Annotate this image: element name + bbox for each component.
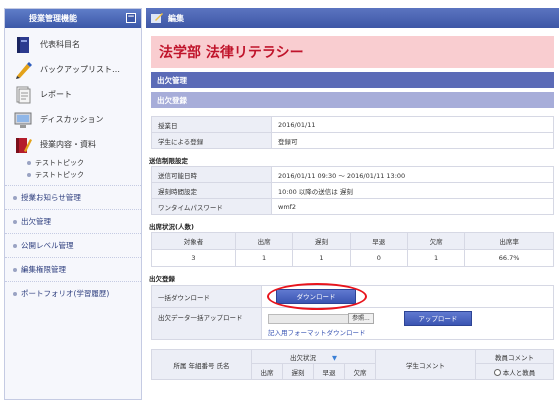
bullet-icon	[13, 219, 17, 224]
class-info-table: 授業日 2016/01/11 学生による登録 登録可	[151, 116, 554, 149]
highlight-ring	[267, 283, 367, 310]
bulk-download-label: 一括ダウンロード	[151, 285, 262, 308]
upload-button[interactable]: アップロード	[403, 311, 472, 326]
sidebar-link-edit-permissions[interactable]: 編集権限管理	[5, 257, 141, 281]
sidebar-item-label: バックアップリスト…	[40, 65, 120, 74]
status-sub-header: 欠席	[344, 363, 376, 380]
class-date-label: 授業日	[151, 116, 272, 133]
bullet-icon	[27, 173, 31, 177]
sidebar-item-label: ディスカッション	[40, 115, 104, 124]
bullet-icon	[13, 243, 17, 248]
sort-down-icon[interactable]: ▼	[332, 354, 337, 362]
sidebar-item-class-content[interactable]: 授業内容・資料	[5, 132, 141, 157]
sidebar-link-label: 編集権限管理	[21, 265, 66, 274]
sidebar-link-label: ポートフォリオ(学習履歴)	[21, 289, 110, 298]
sidebar-header: 授業管理機能 −	[5, 9, 141, 28]
attendance-section-bar: 出欠管理	[151, 72, 554, 88]
teacher-comment-option[interactable]: 本人と教員	[475, 363, 554, 380]
teacher-comment-header: 教員コメント	[475, 349, 554, 364]
sidebar-item-label: レポート	[40, 90, 72, 99]
send-limit-table: 送信可能日時 2016/01/11 09:30 〜 2016/01/11 13:…	[151, 166, 554, 215]
sidebar-link-notices[interactable]: 授業お知らせ管理	[5, 185, 141, 209]
status-value: 3	[151, 249, 236, 267]
sidebar-link-portfolio[interactable]: ポートフォリオ(学習履歴)	[5, 281, 141, 305]
send-period-label: 送信可能日時	[151, 166, 272, 183]
student-column-header: 所属 年組番号 氏名	[151, 349, 252, 380]
otp-value: wmf2	[271, 198, 554, 215]
status-header: 欠席	[406, 232, 466, 250]
status-sub-header: 出席	[251, 363, 283, 380]
option-label: 本人と教員	[502, 368, 536, 377]
sidebar-link-label: 出欠管理	[21, 217, 51, 226]
bullet-icon	[13, 291, 17, 296]
sidebar-link-attendance[interactable]: 出欠管理	[5, 209, 141, 233]
status-value: 1	[234, 249, 294, 267]
status-header: 早退	[349, 232, 408, 250]
status-value: 1	[292, 249, 351, 267]
status-sub-header: 早退	[313, 363, 345, 380]
late-setting-label: 遅刻時間設定	[151, 182, 272, 199]
attendance-status-table: 対象者 出席 遅刻 早退 欠席 出席率 3 1 1 0 1 66.7%	[151, 232, 554, 267]
sidebar-title: 授業管理機能	[29, 14, 77, 23]
student-registration-value: 登録可	[271, 132, 554, 149]
status-sub-header: 遅刻	[282, 363, 314, 380]
late-setting-value: 10:00 以降の送信は 遅刻	[271, 182, 554, 199]
status-column-header: 出欠状況 ▼	[251, 349, 376, 364]
top-bar: 編集	[146, 8, 559, 28]
status-header: 出席	[234, 232, 294, 250]
student-list-header: 所属 年組番号 氏名 出欠状況 ▼ 学生コメント 教員コメント 出席 遅刻 早退…	[151, 349, 554, 380]
course-title: 法学部 法律リテラシー	[151, 36, 554, 68]
send-period-value: 2016/01/11 09:30 〜 2016/01/11 13:00	[271, 166, 554, 183]
sidebar-item-label: 代表科目名	[40, 40, 80, 49]
sidebar-subitem-label: テストトピック	[35, 171, 84, 179]
format-download-link[interactable]: 記入用フォーマットダウンロード	[268, 329, 366, 337]
send-limit-title: 送信制限設定	[149, 157, 188, 165]
document-icon	[13, 85, 33, 105]
sidebar-item-backup-list[interactable]: バックアップリスト…	[5, 57, 141, 82]
bulk-download-cell: ダウンロード	[261, 283, 554, 310]
bulk-upload-label: 出欠データ一括アップロード	[151, 307, 262, 340]
download-wrap: ダウンロード	[267, 283, 367, 310]
sidebar: 授業管理機能 − 代表科目名 バックアップリスト… レポート ディスカッション …	[4, 8, 142, 400]
student-registration-label: 学生による登録	[151, 132, 272, 149]
bullet-icon	[13, 195, 17, 200]
status-title: 出席状況(人数)	[149, 223, 194, 231]
page-header-title: 編集	[168, 13, 184, 23]
browse-button[interactable]: 参照...	[348, 313, 374, 324]
registration-title: 出欠登録	[149, 275, 175, 283]
status-header: 対象者	[151, 232, 236, 250]
collapse-icon[interactable]: −	[126, 13, 136, 23]
sidebar-link-label: 授業お知らせ管理	[21, 193, 81, 202]
status-header: 出席率	[464, 232, 554, 250]
computer-icon	[13, 110, 33, 130]
main-content: 編集 法学部 法律リテラシー 出欠管理 出欠登録 授業日 2016/01/11 …	[146, 8, 559, 400]
radio-icon[interactable]	[493, 369, 501, 376]
comment-column-header: 学生コメント	[375, 349, 476, 380]
book-pencil-icon	[13, 135, 33, 155]
attendance-registration-bar: 出欠登録	[151, 92, 554, 108]
bullet-icon	[13, 267, 17, 272]
bulk-upload-cell: 参照... アップロード 記入用フォーマットダウンロード	[261, 307, 554, 340]
status-value: 0	[349, 249, 408, 267]
sidebar-subitem-label: テストトピック	[35, 159, 84, 167]
edit-icon	[150, 11, 164, 27]
sidebar-subitem-topic[interactable]: テストトピック	[5, 169, 141, 181]
sidebar-link-label: 公開レベル管理	[21, 241, 74, 250]
sidebar-item-discussion[interactable]: ディスカッション	[5, 107, 141, 132]
status-column-label: 出欠状況	[289, 353, 316, 362]
bullet-icon	[27, 161, 31, 165]
pen-icon	[13, 60, 33, 80]
sidebar-item-report[interactable]: レポート	[5, 82, 141, 107]
book-icon	[13, 35, 33, 55]
status-header: 遅刻	[292, 232, 351, 250]
sidebar-subitem-topic[interactable]: テストトピック	[5, 157, 141, 169]
status-value: 66.7%	[464, 249, 554, 267]
sidebar-item-label: 授業内容・資料	[40, 140, 96, 149]
sidebar-link-visibility[interactable]: 公開レベル管理	[5, 233, 141, 257]
registration-table: 一括ダウンロード ダウンロード 出欠データ一括アップロード 参照... アップロ…	[151, 283, 554, 340]
sidebar-item-course-name[interactable]: 代表科目名	[5, 32, 141, 57]
otp-label: ワンタイムパスワード	[151, 198, 272, 215]
class-date-value: 2016/01/11	[271, 116, 554, 133]
status-value: 1	[406, 249, 466, 267]
